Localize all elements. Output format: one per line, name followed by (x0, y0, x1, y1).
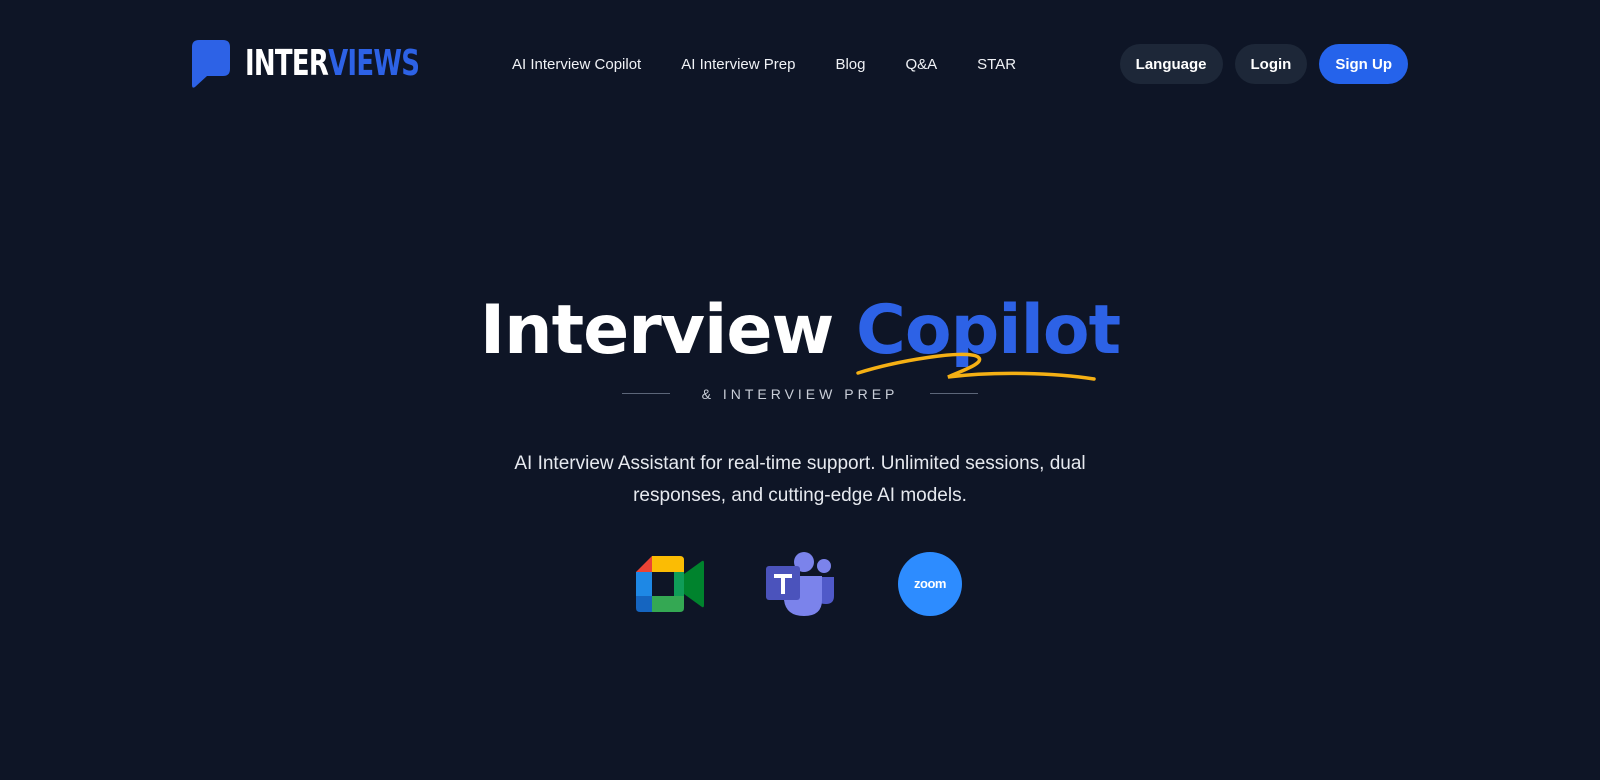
hero-subtitle: & INTERVIEW PREP (701, 385, 899, 402)
hero-title-word-2-text: Copilot (856, 291, 1121, 370)
language-button[interactable]: Language (1119, 44, 1223, 84)
hero-title-word-2: Copilot (856, 291, 1121, 381)
microsoft-teams-logo-graphic (766, 551, 834, 616)
hero-description: AI Interview Assistant for real-time sup… (514, 452, 1086, 506)
main-nav: AI Interview Copilot AI Interview Prep B… (512, 51, 1016, 77)
subtitle-divider-left (621, 393, 670, 395)
brand-logo[interactable]: INTERVIEWS (191, 38, 487, 90)
google-meet-icon (636, 550, 704, 618)
nav-link-ai-interview-copilot[interactable]: AI Interview Copilot (512, 56, 641, 73)
site-header: INTERVIEWS AI Interview Copilot AI Inter… (0, 0, 1600, 128)
hero-title: Interview Copilot (479, 290, 1121, 381)
microsoft-teams-icon (766, 550, 834, 618)
sign-up-button[interactable]: Sign Up (1319, 44, 1408, 84)
nav-link-qa[interactable]: Q&A (905, 56, 937, 73)
hero-title-word-1: Interview (479, 291, 834, 370)
hero-section: Interview Copilot & INTERVIEW PREP AI In… (0, 290, 1600, 618)
nav-link-blog[interactable]: Blog (835, 56, 865, 73)
brand-wordmark: INTERVIEWS (245, 43, 420, 84)
zoom-icon: zoom (896, 550, 964, 618)
google-meet-logo-graphic (636, 555, 704, 612)
nav-link-ai-interview-prep[interactable]: AI Interview Prep (681, 56, 795, 73)
zoom-logo-badge: zoom (898, 551, 962, 616)
nav-link-star[interactable]: STAR (977, 56, 1016, 73)
hero-subtitle-row: & INTERVIEW PREP (0, 386, 1600, 402)
subtitle-divider-right (930, 393, 979, 395)
header-actions: Language Login Sign Up (1119, 44, 1408, 84)
login-button[interactable]: Login (1234, 44, 1308, 84)
platform-logos: zoom (0, 550, 1600, 618)
brand-wordmark-part-b: VIEWS (328, 43, 420, 84)
speech-bubble-logo-icon (192, 40, 230, 88)
brand-wordmark-part-a: INTER (245, 43, 329, 84)
